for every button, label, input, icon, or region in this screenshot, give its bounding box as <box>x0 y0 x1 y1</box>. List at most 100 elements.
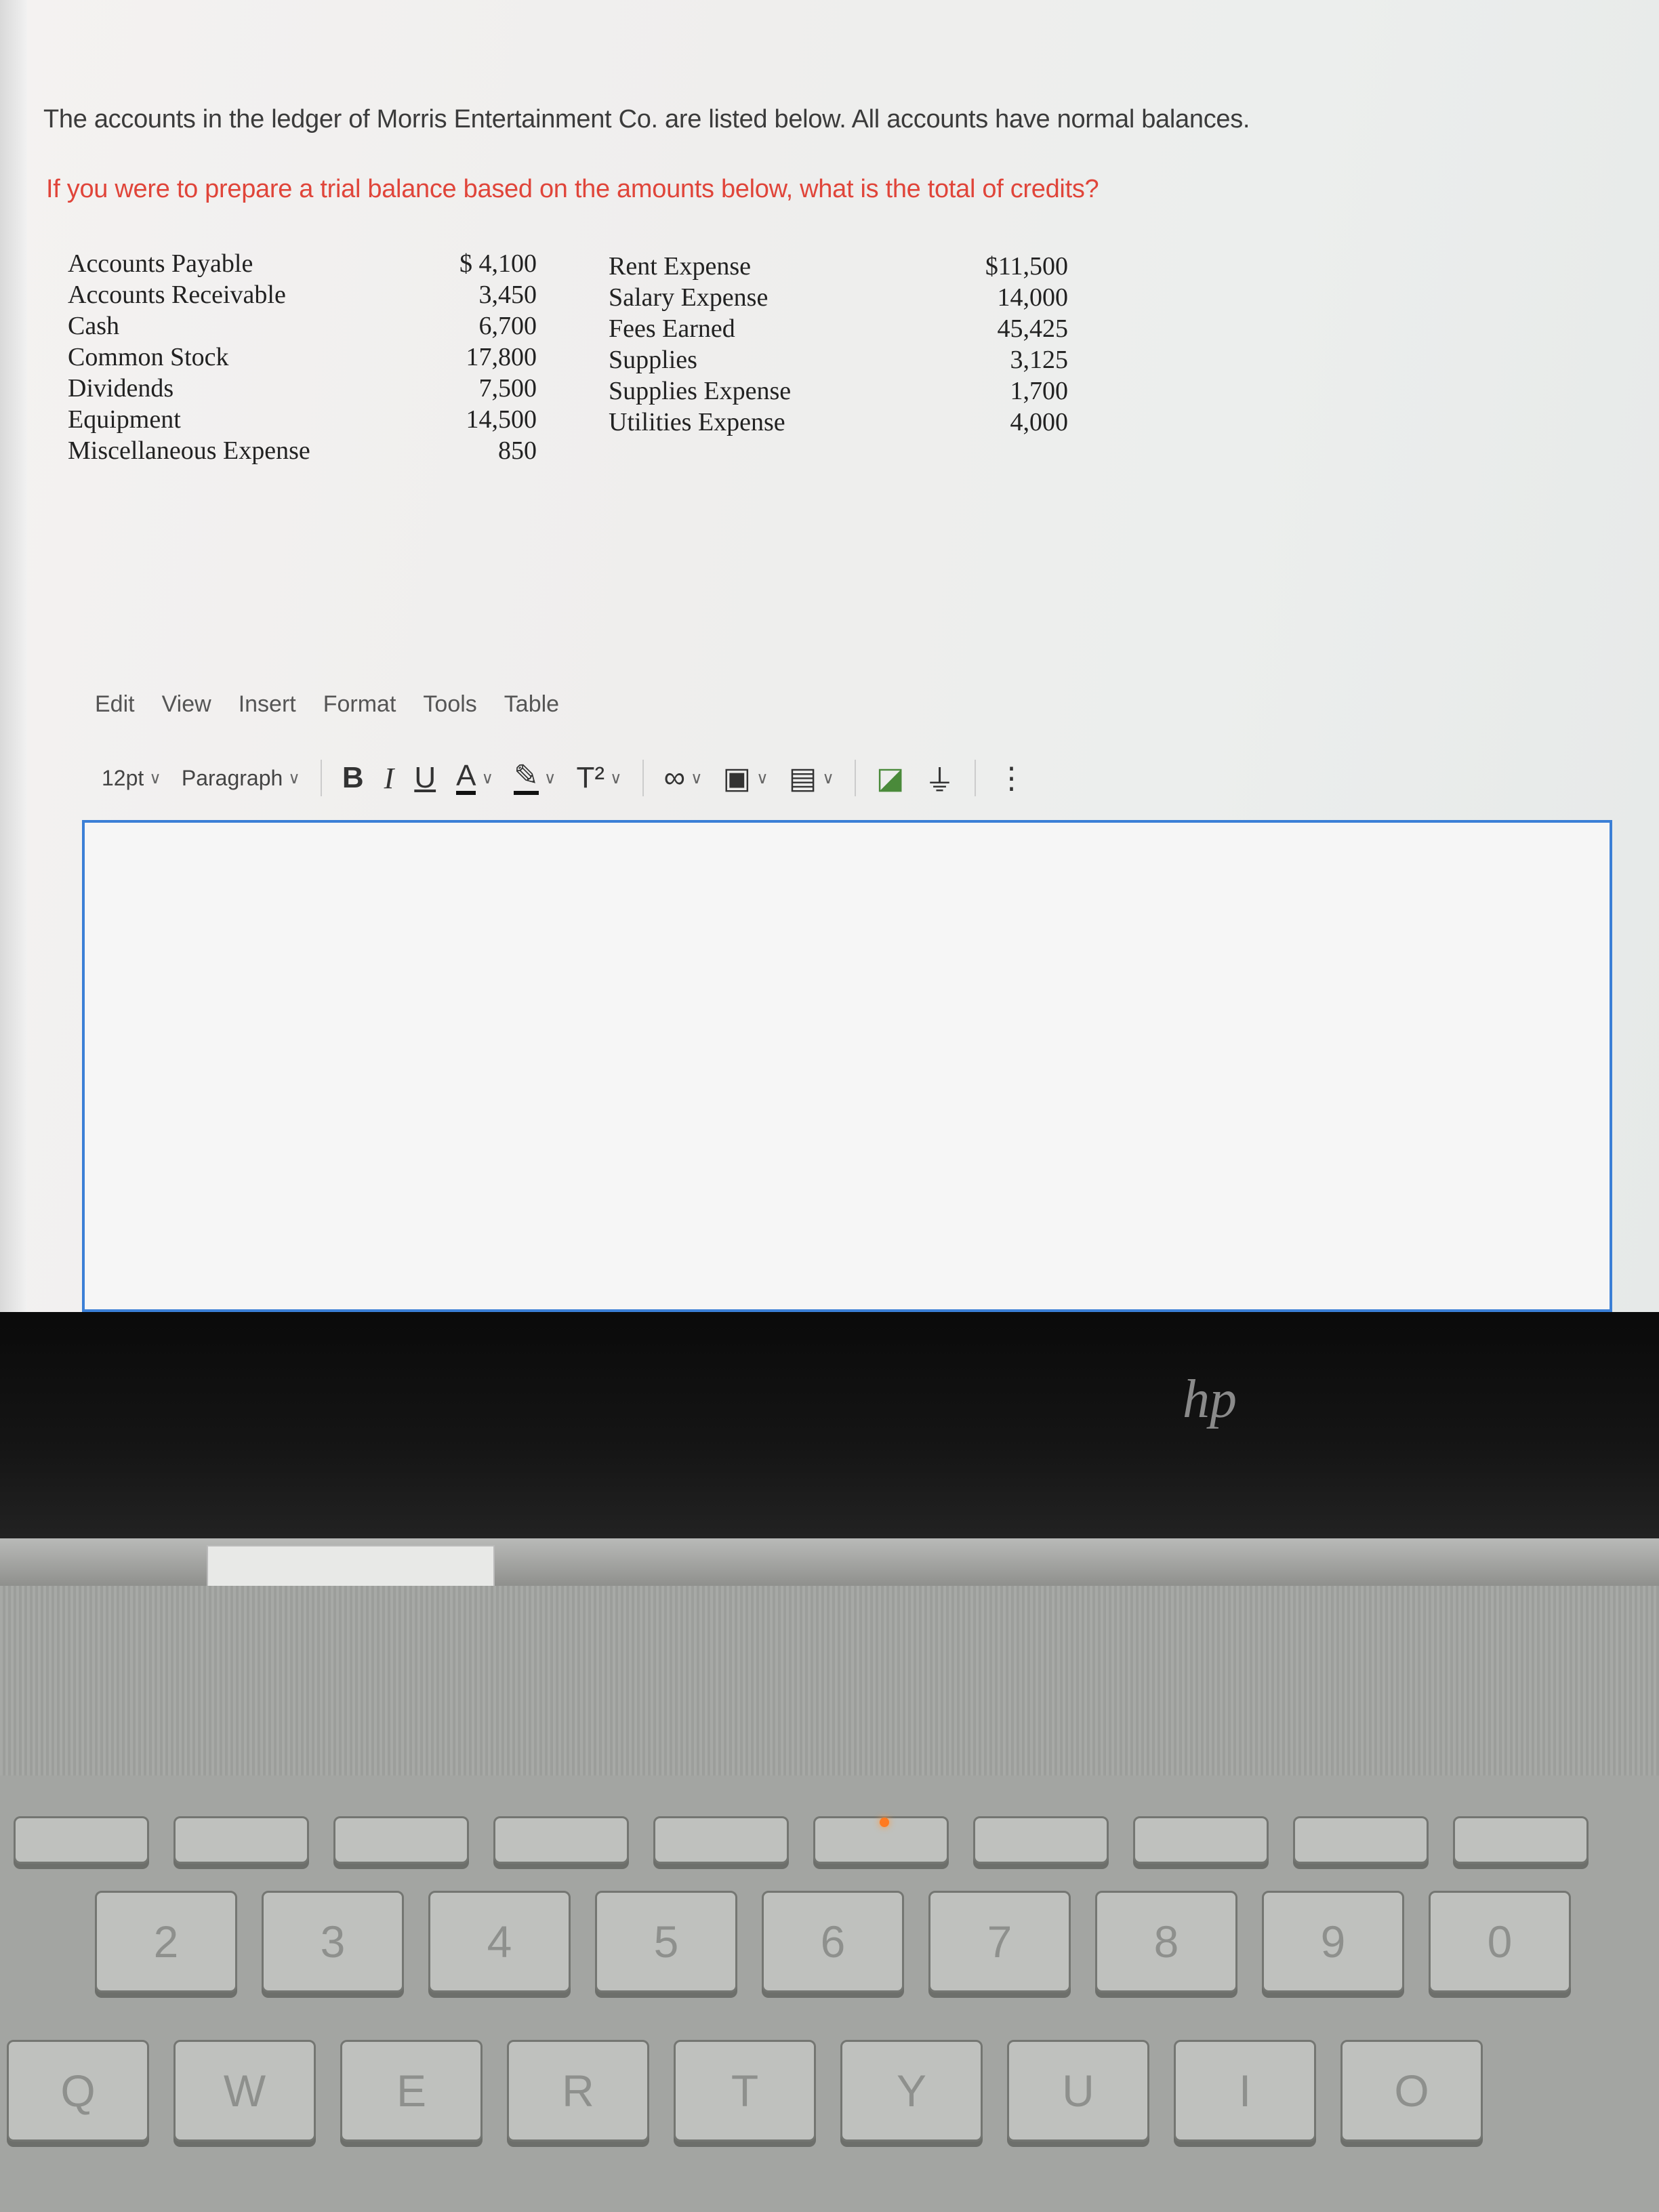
account-amount: 14,000 <box>997 283 1069 312</box>
highlight-color-button[interactable]: ✎ ∨ <box>514 761 556 795</box>
number-key-row: 2 3 4 5 6 7 8 9 0 <box>95 1891 1571 1992</box>
key-o[interactable]: O <box>1340 2040 1483 2142</box>
key-e[interactable]: E <box>340 2040 483 2142</box>
screen: The accounts in the ledger of Morris Ent… <box>0 0 1659 1315</box>
account-amount: 3,125 <box>1010 346 1069 374</box>
chevron-down-icon: ∨ <box>149 769 161 787</box>
underline-button[interactable]: U <box>414 761 436 795</box>
image-button[interactable]: ▣ ∨ <box>723 761 769 796</box>
account-name: Supplies <box>609 346 697 374</box>
hp-logo: hp <box>1183 1370 1237 1429</box>
ledger-right-amounts: $11,500 14,000 45,425 3,125 1,700 4,000 <box>908 251 1068 438</box>
function-key[interactable] <box>1293 1816 1429 1864</box>
more-options-button[interactable]: ⋮ <box>996 761 1026 796</box>
menu-format[interactable]: Format <box>323 691 396 718</box>
account-name: Miscellaneous Expense <box>68 436 310 465</box>
ledger-left-accounts: Accounts Payable Accounts Receivable Cas… <box>68 248 310 466</box>
key-y[interactable]: Y <box>840 2040 983 2142</box>
account-amount: 4,000 <box>1010 408 1069 436</box>
text-color-button[interactable]: A ∨ <box>456 761 493 795</box>
chevron-down-icon: ∨ <box>756 769 769 787</box>
chevron-down-icon: ∨ <box>822 769 834 787</box>
menu-view[interactable]: View <box>162 691 211 718</box>
account-name: Dividends <box>68 374 174 403</box>
key-3[interactable]: 3 <box>262 1891 404 1992</box>
key-0[interactable]: 0 <box>1429 1891 1571 1992</box>
account-amount: $11,500 <box>985 252 1068 281</box>
account-name: Salary Expense <box>609 283 769 312</box>
question-prompt: If you were to prepare a trial balance b… <box>46 175 1099 203</box>
function-key[interactable] <box>173 1816 309 1864</box>
toolbar-divider <box>320 760 322 796</box>
ledger-left-amounts: $ 4,100 3,450 6,700 17,800 7,500 14,500 … <box>380 248 537 466</box>
account-amount: 7,500 <box>478 374 537 403</box>
italic-button[interactable]: I <box>384 761 394 796</box>
embed-image-icon: ◪ <box>876 761 905 795</box>
function-key[interactable] <box>493 1816 629 1864</box>
plug-icon: ⏚ <box>924 764 955 798</box>
account-amount: 1,700 <box>1010 377 1069 405</box>
text-color-icon: A <box>456 761 476 795</box>
screen-edge <box>0 0 27 1315</box>
ledger-right-accounts: Rent Expense Salary Expense Fees Earned … <box>609 251 791 438</box>
key-5[interactable]: 5 <box>595 1891 737 1992</box>
account-amount: 3,450 <box>478 281 537 309</box>
mute-indicator-light <box>880 1818 889 1827</box>
speaker-grille <box>0 1586 1659 1776</box>
plugin-button[interactable]: ⏚ <box>924 756 954 800</box>
key-w[interactable]: W <box>173 2040 316 2142</box>
key-r[interactable]: R <box>507 2040 649 2142</box>
block-format-value: Paragraph <box>181 765 283 790</box>
link-icon: ∞ <box>663 761 685 794</box>
key-t[interactable]: T <box>674 2040 816 2142</box>
embed-button[interactable]: ◪ <box>876 761 905 796</box>
document-icon: ▤ <box>788 761 817 795</box>
question-intro: The accounts in the ledger of Morris Ent… <box>43 105 1250 134</box>
chevron-down-icon: ∨ <box>610 769 622 787</box>
account-amount: 45,425 <box>997 314 1069 343</box>
answer-text-area[interactable] <box>82 820 1612 1312</box>
bold-button[interactable]: B <box>342 761 364 795</box>
menu-table[interactable]: Table <box>504 691 559 718</box>
key-8[interactable]: 8 <box>1095 1891 1237 1992</box>
font-size-select[interactable]: 12pt ∨ <box>102 766 161 791</box>
menu-insert[interactable]: Insert <box>239 691 296 718</box>
account-amount: 850 <box>498 436 537 465</box>
superscript-button[interactable]: T² ∨ <box>576 761 621 795</box>
account-name: Supplies Expense <box>609 377 792 405</box>
key-6[interactable]: 6 <box>762 1891 904 1992</box>
function-key[interactable] <box>1453 1816 1589 1864</box>
chevron-down-icon: ∨ <box>288 769 300 787</box>
superscript-icon: T² <box>576 761 605 794</box>
function-key[interactable] <box>973 1816 1109 1864</box>
function-key[interactable] <box>333 1816 469 1864</box>
key-2[interactable]: 2 <box>95 1891 237 1992</box>
key-4[interactable]: 4 <box>428 1891 571 1992</box>
function-key[interactable] <box>1133 1816 1269 1864</box>
editor-toolbar: 12pt ∨ Paragraph ∨ B I U A ∨ ✎ ∨ T² ∨ ∞ ∨ ▣ ∨ ▤… <box>102 758 1559 798</box>
document-button[interactable]: ▤ ∨ <box>789 761 834 796</box>
highlighter-icon: ✎ <box>514 761 539 795</box>
chevron-down-icon: ∨ <box>544 769 556 787</box>
account-name: Rent Expense <box>609 252 752 281</box>
link-button[interactable]: ∞ ∨ <box>664 761 703 795</box>
block-format-select[interactable]: Paragraph ∨ <box>182 766 300 791</box>
account-name: Equipment <box>68 405 181 434</box>
image-icon: ▣ <box>722 761 752 795</box>
function-key[interactable] <box>14 1816 149 1864</box>
laptop-bezel <box>0 1312 1659 1538</box>
account-amount: $ 4,100 <box>459 249 537 278</box>
menu-tools[interactable]: Tools <box>423 691 476 718</box>
key-7[interactable]: 7 <box>928 1891 1071 1992</box>
key-q[interactable]: Q <box>7 2040 149 2142</box>
key-9[interactable]: 9 <box>1262 1891 1404 1992</box>
font-size-value: 12pt <box>102 765 144 790</box>
chevron-down-icon: ∨ <box>690 769 703 787</box>
toolbar-divider <box>975 760 977 796</box>
key-i[interactable]: I <box>1174 2040 1316 2142</box>
function-key[interactable] <box>653 1816 789 1864</box>
key-u[interactable]: U <box>1007 2040 1149 2142</box>
menu-edit[interactable]: Edit <box>95 691 135 718</box>
account-amount: 17,800 <box>466 343 537 371</box>
account-amount: 14,500 <box>466 405 537 434</box>
